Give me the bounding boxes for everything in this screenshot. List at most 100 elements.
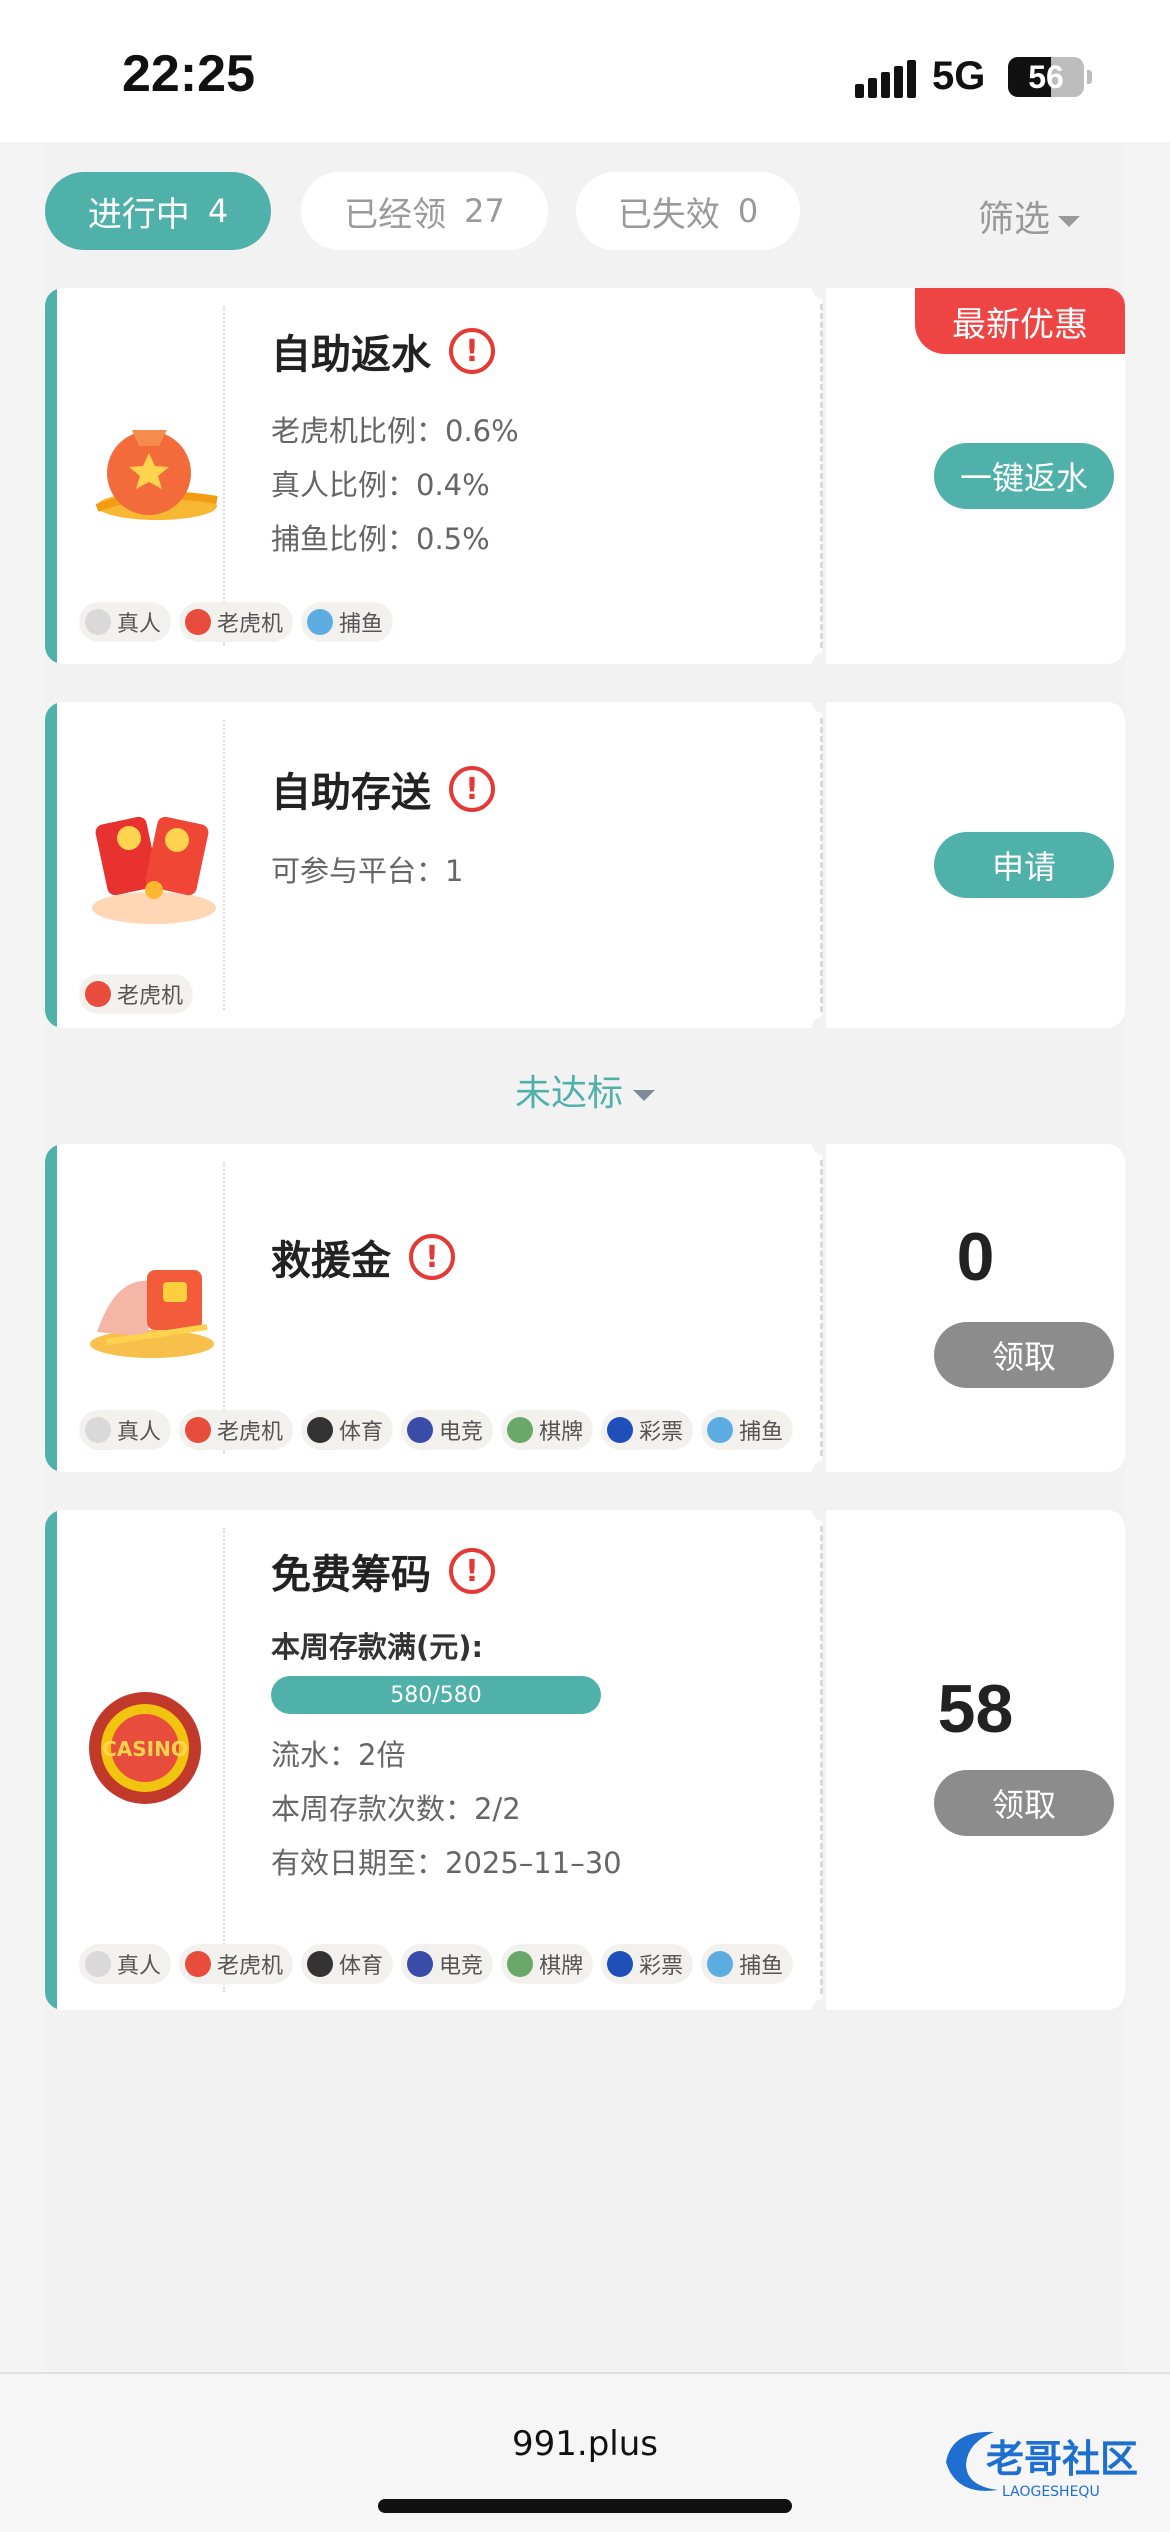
reward-amount: 0 (956, 1219, 995, 1295)
svg-text:LAOGESHEQU: LAOGESHEQU (1002, 2484, 1100, 2500)
tag-label: 老虎机 (217, 1420, 284, 1445)
tab-claimed[interactable]: 已经领 27 (301, 172, 548, 250)
slot-machine-icon (185, 1951, 212, 1977)
lottery-ball-icon (607, 1951, 634, 1977)
info-alert-icon[interactable]: ! (449, 766, 495, 812)
rule-line: 老虎机比例：0.6% (271, 414, 519, 448)
promo-card-free-chips: CASINO 免费筹码 ! 本周存款满(元): 580/580 流水：2倍 本周… (45, 1499, 1125, 2021)
unmet-toggle[interactable]: 未达标 (45, 1064, 1125, 1116)
watermark-logo: 老哥社区 LAOGESHEQU (946, 2431, 1138, 2500)
red-envelope-icon (92, 816, 216, 924)
tag-label: 真人 (117, 612, 162, 637)
dice-icon (85, 609, 111, 635)
tag-label: 棋牌 (539, 1420, 584, 1445)
status-bar: 22:25 5G 56 (0, 0, 1170, 142)
casino-chip-icon: CASINO (89, 1692, 201, 1804)
card-action: 最新优惠 一键返水 (826, 288, 1125, 664)
battery-cap (1087, 70, 1092, 84)
tag-label: 老虎机 (217, 612, 284, 637)
card-title: 免费筹码 (271, 1552, 431, 1598)
tag-label: 老虎机 (117, 984, 184, 1009)
tag-fishing: 捕鱼 (701, 1944, 794, 1984)
gamepad-icon (407, 1951, 434, 1977)
card-body: CASINO 免费筹码 ! 本周存款满(元): 580/580 流水：2倍 本周… (45, 1510, 822, 2010)
claim-button[interactable]: 领取 (934, 1770, 1114, 1836)
tag-live: 真人 (79, 1944, 172, 1984)
card-title: 自助返水 (271, 332, 431, 378)
promo-card-rescue-fund: 救援金 ! 真人 老虎机 体育 电竞 棋牌 彩票 捕鱼 0 领取 (45, 1133, 1125, 1483)
apply-button[interactable]: 申请 (934, 832, 1114, 898)
tab-label: 已失效 (617, 194, 720, 235)
tag-esports: 电竞 (401, 1410, 494, 1450)
tag-label: 真人 (117, 1420, 162, 1445)
platform-tags: 真人 老虎机 体育 电竞 棋牌 彩票 捕鱼 (79, 1944, 794, 1984)
tag-live: 真人 (79, 1410, 172, 1450)
rule-line: 本周存款次数：2/2 (271, 1792, 521, 1826)
soccer-ball-icon (307, 1417, 334, 1443)
slot-machine-icon (185, 609, 212, 635)
card-title-row: 自助存送 ! (271, 760, 495, 818)
tab-count: 4 (207, 192, 229, 230)
tab-label: 进行中 (87, 194, 190, 235)
promo-card-deposit-bonus: 自助存送 ! 可参与平台：1 老虎机 申请 (45, 691, 1125, 1039)
fish-icon (707, 1417, 734, 1443)
tag-label: 真人 (117, 1954, 162, 1979)
tab-bar: 进行中 4 已经领 27 已失效 0 筛选 (45, 172, 1125, 252)
tag-label: 电竞 (439, 1420, 484, 1445)
tab-count: 27 (464, 192, 505, 230)
battery-icon: 56 (1008, 57, 1084, 97)
chevron-down-icon (633, 1089, 655, 1101)
tag-fishing: 捕鱼 (301, 602, 394, 642)
battery-level: 56 (1028, 59, 1064, 95)
info-alert-icon[interactable]: ! (449, 328, 495, 374)
card-body: 救援金 ! 真人 老虎机 体育 电竞 棋牌 彩票 捕鱼 (45, 1144, 822, 1472)
tab-in-progress[interactable]: 进行中 4 (45, 172, 271, 250)
network-type: 5G (932, 54, 986, 98)
card-action: 0 领取 (826, 1144, 1125, 1472)
card-body: 自助返水 ! 老虎机比例：0.6% 真人比例：0.4% 捕鱼比例：0.5% 真人… (45, 288, 822, 664)
browser-footer: 991.plus 老哥社区 LAOGESHEQU (0, 2372, 1170, 2532)
promo-card-rebate: 自助返水 ! 老虎机比例：0.6% 真人比例：0.4% 捕鱼比例：0.5% 真人… (45, 277, 1125, 675)
deposit-progress-bar: 580/580 (271, 1676, 601, 1714)
svg-text:老哥社区: 老哥社区 (986, 2437, 1138, 2481)
card-title: 自助存送 (271, 770, 431, 816)
tag-lottery: 彩票 (601, 1944, 694, 1984)
lottery-ball-icon (607, 1417, 634, 1443)
tag-esports: 电竞 (401, 1944, 494, 1984)
tag-sports: 体育 (301, 1410, 394, 1450)
tag-label: 电竞 (439, 1954, 484, 1979)
filter-label: 筛选 (977, 199, 1050, 240)
tag-label: 捕鱼 (739, 1420, 784, 1445)
tag-label: 捕鱼 (339, 612, 384, 637)
tag-label: 捕鱼 (739, 1954, 784, 1979)
tag-fishing: 捕鱼 (701, 1410, 794, 1450)
tab-label: 已经领 (344, 194, 447, 235)
tab-count: 0 (737, 192, 759, 230)
money-bag-icon (95, 430, 218, 520)
tag-label: 体育 (339, 1420, 384, 1445)
rule-line: 可参与平台：1 (271, 854, 464, 888)
tag-label: 彩票 (639, 1420, 684, 1445)
card-title-row: 自助返水 ! (271, 322, 495, 380)
info-alert-icon[interactable]: ! (409, 1234, 455, 1280)
one-click-rebate-button[interactable]: 一键返水 (934, 443, 1114, 509)
home-indicator[interactable] (378, 2499, 792, 2513)
filter-button[interactable]: 筛选 (978, 190, 1080, 242)
rule-line: 捕鱼比例：0.5% (271, 522, 490, 556)
claim-button[interactable]: 领取 (934, 1322, 1114, 1388)
reward-amount: 58 (937, 1671, 1014, 1747)
rule-line: 有效日期至：2025–11–30 (271, 1846, 622, 1880)
dice-icon (85, 1417, 111, 1443)
platform-tags: 真人 老虎机 捕鱼 (79, 602, 394, 642)
chevron-down-icon (1058, 215, 1080, 227)
platform-tags: 老虎机 (79, 974, 194, 1014)
tag-slots: 老虎机 (179, 1944, 294, 1984)
soccer-ball-icon (307, 1951, 334, 1977)
tag-slots: 老虎机 (179, 1410, 294, 1450)
fish-icon (307, 609, 334, 635)
card-action: 58 领取 (826, 1510, 1125, 2010)
svg-text:CASINO: CASINO (102, 1737, 188, 1761)
tab-expired[interactable]: 已失效 0 (576, 172, 800, 250)
info-alert-icon[interactable]: ! (449, 1548, 495, 1594)
cellular-signal-icon (855, 58, 916, 98)
